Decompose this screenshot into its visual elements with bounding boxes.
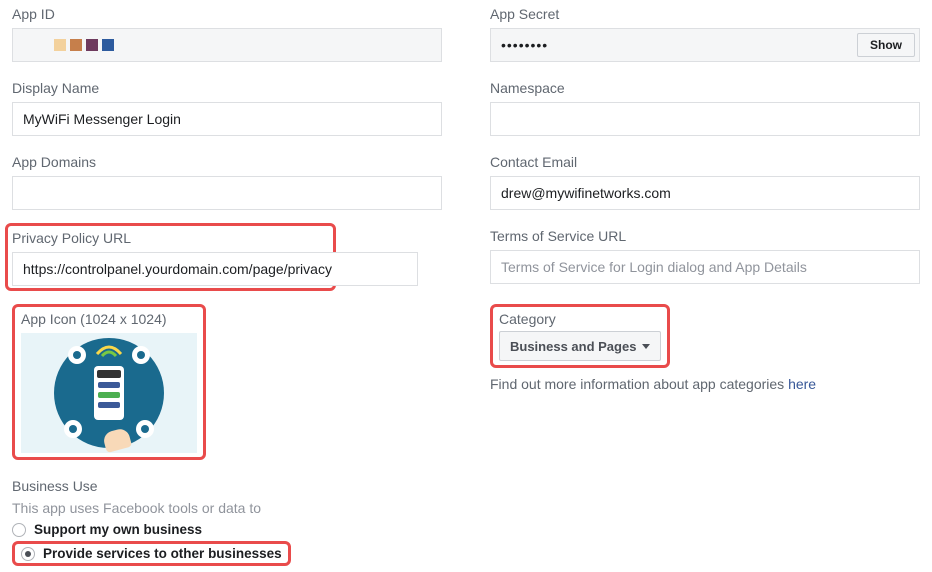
- person-icon: [68, 346, 86, 364]
- category-label: Category: [499, 311, 661, 327]
- app-id-label: App ID: [12, 6, 442, 22]
- contact-email-input[interactable]: [490, 176, 920, 210]
- business-use-option[interactable]: Support my own business: [12, 522, 920, 537]
- app-icon-preview[interactable]: [21, 333, 197, 453]
- contact-email-label: Contact Email: [490, 154, 920, 170]
- phone-icon: [94, 366, 124, 420]
- category-select[interactable]: Business and Pages: [499, 331, 661, 361]
- category-hint: Find out more information about app cate…: [490, 376, 920, 392]
- show-secret-button[interactable]: Show: [857, 33, 915, 57]
- wifi-icon: [95, 344, 123, 358]
- category-highlight: Category Business and Pages: [490, 304, 670, 368]
- app-id-redacted: [23, 29, 114, 61]
- business-use-subtext: This app uses Facebook tools or data to: [12, 500, 920, 516]
- business-use-option-label: Support my own business: [34, 522, 202, 537]
- business-use-option[interactable]: Provide services to other businesses: [21, 546, 282, 561]
- privacy-url-input[interactable]: [12, 252, 418, 286]
- person-icon: [132, 346, 150, 364]
- person-icon: [64, 420, 82, 438]
- privacy-url-label: Privacy Policy URL: [12, 230, 329, 246]
- privacy-url-highlight: Privacy Policy URL: [5, 223, 336, 291]
- app-secret-value: •••••••• Show: [490, 28, 920, 62]
- chevron-down-icon: [642, 344, 650, 349]
- business-use-section: Business Use This app uses Facebook tool…: [12, 478, 920, 566]
- app-secret-label: App Secret: [490, 6, 920, 22]
- app-domains-label: App Domains: [12, 154, 442, 170]
- app-icon-highlight: App Icon (1024 x 1024): [12, 304, 206, 460]
- app-secret-masked: ••••••••: [501, 37, 548, 53]
- display-name-label: Display Name: [12, 80, 442, 96]
- business-use-heading: Business Use: [12, 478, 920, 494]
- category-selected: Business and Pages: [510, 339, 636, 354]
- tos-url-label: Terms of Service URL: [490, 228, 920, 244]
- radio-icon: [21, 547, 35, 561]
- hand-icon: [102, 427, 132, 453]
- business-use-option-highlight: Provide services to other businesses: [12, 541, 291, 566]
- category-hint-link[interactable]: here: [788, 376, 816, 392]
- radio-icon: [12, 523, 26, 537]
- app-icon-label: App Icon (1024 x 1024): [21, 311, 197, 327]
- namespace-label: Namespace: [490, 80, 920, 96]
- app-id-value: [12, 28, 442, 62]
- app-domains-input[interactable]: [12, 176, 442, 210]
- namespace-input[interactable]: [490, 102, 920, 136]
- tos-url-input[interactable]: [490, 250, 920, 284]
- display-name-input[interactable]: [12, 102, 442, 136]
- person-icon: [136, 420, 154, 438]
- business-use-option-label: Provide services to other businesses: [43, 546, 282, 561]
